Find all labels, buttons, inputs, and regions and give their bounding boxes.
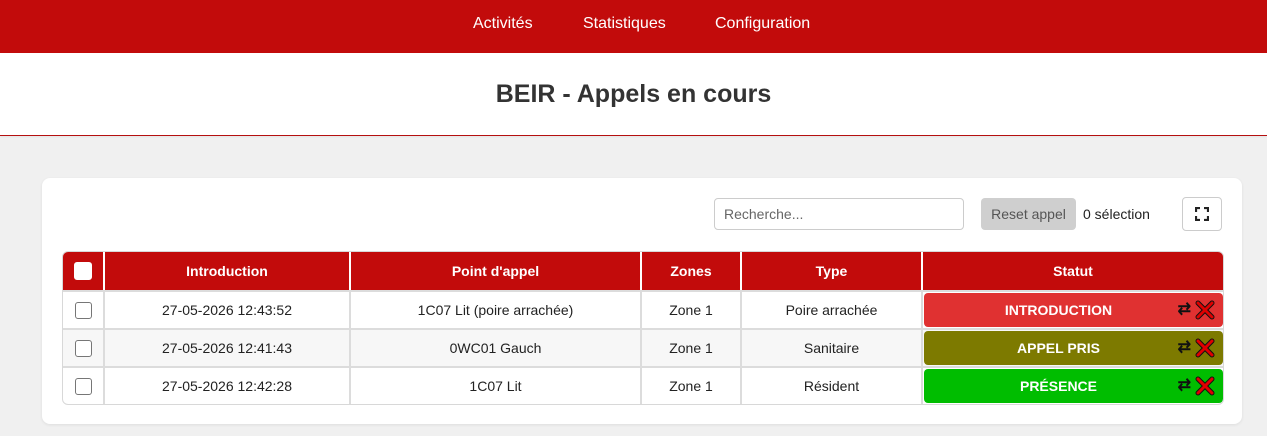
top-navigation: Activités Statistiques Configuration bbox=[0, 0, 1267, 53]
header-statut[interactable]: Statut bbox=[923, 252, 1223, 290]
cancel-icon[interactable] bbox=[1195, 376, 1215, 396]
selection-count: 0 sélection bbox=[1083, 206, 1150, 222]
status-badge: APPEL PRIS ⇄ bbox=[924, 331, 1223, 365]
row-checkbox[interactable] bbox=[74, 377, 92, 395]
calls-table: Introduction Point d'appel Zones Type St… bbox=[62, 251, 1224, 405]
cell-point: 1C07 Lit (poire arrachée) bbox=[351, 290, 642, 328]
table-row[interactable]: 27-05-2026 12:43:52 1C07 Lit (poire arra… bbox=[63, 290, 1223, 328]
row-select-cell bbox=[63, 290, 105, 328]
table-row[interactable]: 27-05-2026 12:42:28 1C07 Lit Zone 1 Rési… bbox=[63, 366, 1223, 404]
cell-point: 1C07 Lit bbox=[351, 366, 642, 404]
fullscreen-button[interactable] bbox=[1182, 197, 1222, 231]
cell-introduction: 27-05-2026 12:42:28 bbox=[105, 366, 351, 404]
swap-icon[interactable]: ⇄ bbox=[1178, 302, 1191, 318]
cell-type: Poire arrachée bbox=[742, 290, 923, 328]
cell-introduction: 27-05-2026 12:43:52 bbox=[105, 290, 351, 328]
status-actions: ⇄ bbox=[1178, 293, 1215, 327]
cancel-icon[interactable] bbox=[1195, 300, 1215, 320]
cell-status: PRÉSENCE ⇄ bbox=[923, 366, 1223, 404]
title-bar: BEIR - Appels en cours bbox=[0, 53, 1267, 136]
status-badge: INTRODUCTION ⇄ bbox=[924, 293, 1223, 327]
cell-status: INTRODUCTION ⇄ bbox=[923, 290, 1223, 328]
table-header-row: Introduction Point d'appel Zones Type St… bbox=[63, 252, 1223, 290]
cancel-icon[interactable] bbox=[1195, 338, 1215, 358]
cell-type: Sanitaire bbox=[742, 328, 923, 366]
status-actions: ⇄ bbox=[1178, 369, 1215, 403]
cell-point: 0WC01 Gauch bbox=[351, 328, 642, 366]
header-type[interactable]: Type bbox=[742, 252, 923, 290]
nav-activites[interactable]: Activités bbox=[473, 0, 533, 47]
status-actions: ⇄ bbox=[1178, 331, 1215, 365]
nav-configuration[interactable]: Configuration bbox=[715, 0, 810, 47]
header-introduction[interactable]: Introduction bbox=[105, 252, 351, 290]
cell-zone: Zone 1 bbox=[642, 328, 742, 366]
reset-call-button[interactable]: Reset appel bbox=[981, 198, 1076, 230]
calls-card: Reset appel 0 sélection Introduction Poi… bbox=[42, 178, 1242, 424]
page-title: BEIR - Appels en cours bbox=[495, 80, 772, 108]
swap-icon[interactable]: ⇄ bbox=[1178, 340, 1191, 356]
cell-zone: Zone 1 bbox=[642, 290, 742, 328]
cell-type: Résident bbox=[742, 366, 923, 404]
select-all-checkbox[interactable] bbox=[74, 262, 92, 281]
cell-status: APPEL PRIS ⇄ bbox=[923, 328, 1223, 366]
row-select-cell bbox=[63, 366, 105, 404]
nav-statistiques[interactable]: Statistiques bbox=[583, 0, 666, 47]
row-select-cell bbox=[63, 328, 105, 366]
header-zones[interactable]: Zones bbox=[642, 252, 742, 290]
fullscreen-icon bbox=[1195, 207, 1209, 221]
swap-icon[interactable]: ⇄ bbox=[1178, 378, 1191, 394]
cell-zone: Zone 1 bbox=[642, 366, 742, 404]
table-row[interactable]: 27-05-2026 12:41:43 0WC01 Gauch Zone 1 S… bbox=[63, 328, 1223, 366]
cell-introduction: 27-05-2026 12:41:43 bbox=[105, 328, 351, 366]
row-checkbox[interactable] bbox=[74, 339, 92, 357]
header-point[interactable]: Point d'appel bbox=[351, 252, 642, 290]
search-input[interactable] bbox=[714, 198, 964, 230]
row-checkbox[interactable] bbox=[74, 301, 92, 319]
header-select-all bbox=[63, 252, 105, 290]
status-badge: PRÉSENCE ⇄ bbox=[924, 369, 1223, 403]
